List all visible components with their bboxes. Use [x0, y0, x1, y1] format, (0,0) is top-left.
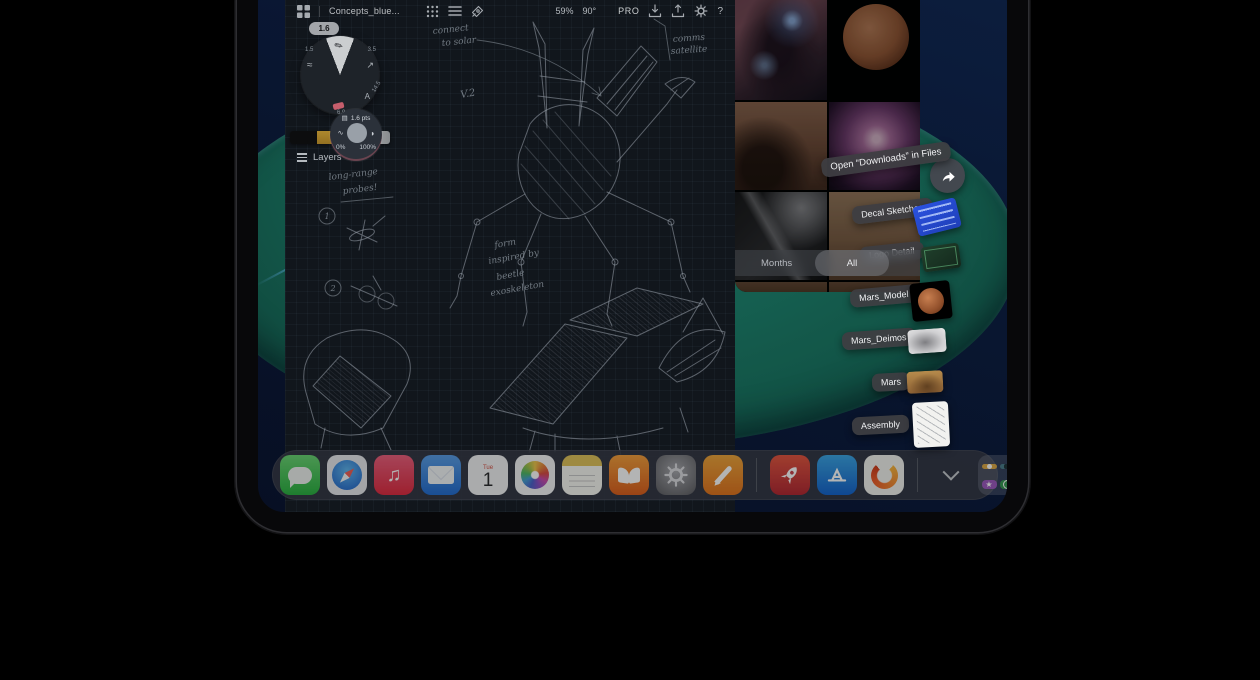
- layers-menu-icon: [297, 153, 307, 161]
- dock-app-books[interactable]: [609, 455, 649, 495]
- dock-app-settings[interactable]: [656, 455, 696, 495]
- drag-file-thumb-assembly[interactable]: [912, 401, 950, 448]
- app-grid-icon[interactable]: [297, 5, 310, 18]
- wheel-value-left: 1.5: [305, 47, 313, 53]
- marker-pen-icon: [714, 465, 732, 485]
- swatch-black[interactable]: [290, 131, 317, 144]
- envelope-icon: [428, 466, 454, 484]
- app-library-tile-tips: [982, 464, 997, 469]
- dock-app-app-store[interactable]: [817, 455, 857, 495]
- dock-divider: [756, 458, 757, 492]
- forward-arrow-icon: [939, 167, 957, 185]
- pro-badge[interactable]: PRO: [618, 6, 639, 16]
- tool-wheel[interactable]: ✎ ≈ ↗ A 1.5 3.5 14.5 6.9 ▤1.6 pts ∿ ◑ 0%…: [301, 36, 379, 114]
- dots-grid-icon[interactable]: [426, 5, 439, 18]
- dock-app-music[interactable]: ♫: [374, 455, 414, 495]
- airbrush-tool-icon[interactable]: ↗: [366, 60, 374, 71]
- tool-wheel-knob[interactable]: [347, 123, 367, 143]
- rocket-icon: [773, 458, 807, 492]
- drag-file-thumb-mars-model[interactable]: [909, 280, 953, 322]
- gear-icon: [663, 462, 689, 488]
- photo-mars-surface[interactable]: [735, 102, 827, 190]
- photo-mars-globe[interactable]: [829, 0, 921, 100]
- ipad-screen: connect to solar comms satellite V.2 lon…: [258, 0, 1007, 512]
- open-book-icon: [618, 468, 640, 483]
- settings-gear-icon[interactable]: [694, 4, 708, 18]
- opacity-max-label: 100%: [359, 144, 376, 151]
- dock-app-calendar[interactable]: Tue 1: [468, 455, 508, 495]
- stroke-lines-icon: ▤: [342, 114, 348, 122]
- drag-file-thumb-mars[interactable]: [906, 370, 943, 394]
- dock-app-notes[interactable]: [562, 455, 602, 495]
- app-library-tile-clock: [1000, 480, 1008, 489]
- music-note-icon: ♫: [387, 464, 402, 487]
- dock-app-mail[interactable]: [421, 455, 461, 495]
- dock-app-sketch[interactable]: [703, 455, 743, 495]
- layers-panel-header[interactable]: Layers: [297, 152, 342, 163]
- photo-horsehead-nebula[interactable]: [735, 0, 827, 100]
- annotation-probes: probes!: [342, 183, 378, 197]
- app-store-a-icon: [824, 462, 850, 488]
- opacity-min-label: 0%: [336, 144, 345, 151]
- flower-icon: [521, 461, 549, 489]
- annotation-long-range: long-range: [328, 167, 378, 183]
- dock-divider-2: [917, 458, 918, 492]
- compass-icon: [332, 460, 362, 490]
- app-library-tile-star: ★: [982, 480, 997, 489]
- wheel-value-right: 3.5: [368, 47, 376, 53]
- annotation-form: form: [493, 237, 517, 251]
- dock-collapse-button[interactable]: [939, 460, 963, 490]
- export-icon[interactable]: [671, 4, 685, 18]
- chevron-down-icon: [943, 464, 960, 481]
- annotation-beetle: beetle: [496, 268, 526, 283]
- dock-app-library[interactable]: ★: [978, 455, 1007, 495]
- drag-file-thumb-mars-deimos[interactable]: [907, 328, 947, 355]
- segment-months[interactable]: Months: [761, 258, 792, 269]
- dock-app-messages[interactable]: [280, 455, 320, 495]
- drag-file-thumb-logo-detail[interactable]: [920, 242, 961, 272]
- drag-file-label-mars[interactable]: Mars: [872, 372, 911, 392]
- annotation-comms: comms: [673, 33, 706, 45]
- annotation-satellite: satellite: [671, 44, 708, 57]
- rotation-value[interactable]: 90°: [583, 6, 597, 16]
- stroke-size-value: 1.6 pts: [351, 115, 371, 122]
- probe-number-2: 2: [329, 284, 335, 293]
- toolbar-separator: [319, 6, 320, 17]
- segment-all[interactable]: All: [815, 250, 889, 276]
- probe-number-1: 1: [324, 212, 329, 221]
- photos-view-segmented-control: Months All: [735, 250, 920, 276]
- zoom-level[interactable]: 59%: [555, 6, 573, 16]
- soft-pencil-tool-icon[interactable]: ≈: [307, 60, 313, 71]
- document-title[interactable]: Concepts_blue...: [329, 6, 400, 16]
- text-tool-icon[interactable]: A: [365, 92, 370, 101]
- drag-share-badge[interactable]: [930, 158, 965, 193]
- dock-app-safari[interactable]: [327, 455, 367, 495]
- concepts-toolbar: Concepts_blue... 59% 90° PRO: [285, 2, 735, 20]
- drag-file-label-assembly[interactable]: Assembly: [852, 415, 910, 436]
- opacity-icon[interactable]: ◑: [370, 129, 375, 138]
- import-icon[interactable]: [648, 4, 662, 18]
- concepts-c-icon: [871, 462, 898, 489]
- pen-nib-icon[interactable]: [471, 5, 484, 18]
- jitter-icon[interactable]: ∿: [338, 129, 344, 137]
- dock-app-concepts[interactable]: [864, 455, 904, 495]
- annotation-connect: connect: [432, 23, 469, 37]
- speech-bubble-icon: [288, 467, 312, 484]
- dock-app-rocket[interactable]: [770, 455, 810, 495]
- dock-app-photos[interactable]: [515, 455, 555, 495]
- note-lines-icon: [569, 475, 595, 487]
- concepts-canvas[interactable]: connect to solar comms satellite V.2 lon…: [285, 0, 735, 512]
- photo-terrain-partial[interactable]: [735, 282, 827, 292]
- calendar-day: 1: [483, 471, 494, 490]
- annotation-to-solar: to solar: [441, 35, 477, 49]
- help-icon[interactable]: ?: [717, 6, 723, 17]
- stacked-lines-icon[interactable]: [448, 5, 462, 17]
- tool-wheel-hub[interactable]: ▤1.6 pts ∿ ◑ 0% 100%: [330, 109, 382, 161]
- app-library-tile-camera: [1000, 464, 1008, 469]
- brush-size-tab[interactable]: 1.6: [309, 22, 339, 35]
- dock: ♫ Tue 1: [272, 450, 998, 500]
- annotation-v2: V.2: [460, 88, 477, 101]
